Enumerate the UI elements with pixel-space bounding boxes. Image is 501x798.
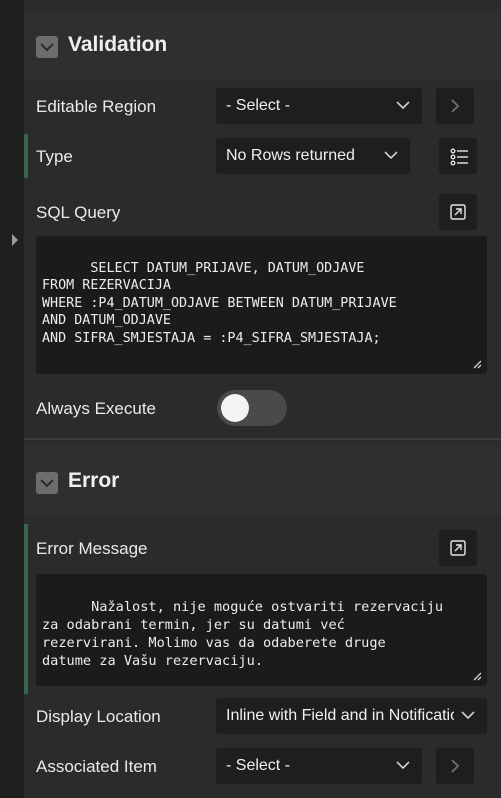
chevron-down-icon (396, 101, 410, 110)
type-row: Type No Rows returned (24, 134, 501, 178)
error-message-textarea[interactable]: Nažalost, nije moguće ostvariti rezervac… (36, 574, 487, 686)
go-to-region-button[interactable] (436, 88, 474, 124)
editable-region-select[interactable]: - Select - (216, 88, 422, 124)
validation-section: Validation Editable Region - Select - Ty… (24, 10, 501, 438)
sql-query-row: SQL Query (24, 194, 501, 230)
resize-grip-icon[interactable] (472, 671, 482, 681)
resize-grip-icon[interactable] (472, 359, 482, 369)
select-value: No Rows returned (226, 147, 355, 164)
go-to-item-button[interactable] (436, 748, 474, 784)
sql-query-editor[interactable]: SELECT DATUM_PRIJAVE, DATUM_ODJAVE FROM … (36, 236, 487, 374)
editable-region-row: Editable Region - Select - (24, 88, 501, 124)
chevron-down-icon[interactable] (36, 472, 58, 494)
display-location-select[interactable]: Inline with Field and in Notification (216, 698, 487, 734)
sql-query-label: SQL Query (36, 203, 121, 222)
associated-item-select[interactable]: - Select - (216, 748, 422, 784)
toggle-knob (221, 394, 249, 422)
always-execute-toggle[interactable] (217, 390, 287, 426)
error-message-text: Nažalost, nije moguće ostvariti rezervac… (42, 599, 444, 669)
required-indicator (24, 134, 28, 178)
chevron-down-icon (384, 151, 398, 160)
left-edge (0, 0, 24, 798)
chevron-down-icon (461, 711, 475, 720)
chevron-right-icon (451, 759, 460, 773)
section-title: Validation (68, 33, 168, 56)
associated-item-label: Associated Item (36, 757, 157, 776)
type-label: Type (36, 147, 73, 166)
error-message-label: Error Message (36, 539, 148, 558)
expand-icon (450, 540, 466, 556)
expand-icon (450, 204, 466, 220)
always-execute-label: Always Execute (36, 399, 156, 418)
validation-header[interactable]: Validation (24, 10, 501, 80)
select-value: - Select - (226, 97, 291, 114)
select-value: Inline with Field and in Notification (226, 707, 454, 724)
sql-query-text: SELECT DATUM_PRIJAVE, DATUM_ODJAVE FROM … (42, 260, 397, 346)
property-editor: Validation Editable Region - Select - Ty… (0, 0, 501, 798)
select-value: - Select - (226, 757, 291, 774)
expand-code-editor-button[interactable] (439, 194, 477, 230)
always-execute-row: Always Execute (24, 390, 501, 426)
associated-item-row: Associated Item - Select - (24, 748, 501, 784)
display-location-row: Display Location Inline with Field and i… (24, 698, 501, 734)
chevron-down-icon (396, 761, 410, 770)
section-title: Error (68, 469, 120, 492)
list-icon (450, 148, 468, 166)
display-location-label: Display Location (36, 707, 161, 726)
type-select[interactable]: No Rows returned (216, 138, 410, 174)
expand-error-message-button[interactable] (439, 530, 477, 566)
chevron-down-icon[interactable] (36, 36, 58, 58)
list-of-values-button[interactable] (439, 138, 477, 174)
chevron-right-icon (451, 99, 460, 113)
error-section: Error Error Message Nažalost, nije moguć… (24, 446, 501, 798)
collapse-caret-icon[interactable] (12, 234, 18, 246)
error-message-row: Error Message (24, 530, 501, 566)
editable-region-label: Editable Region (36, 97, 157, 116)
error-header[interactable]: Error (24, 446, 501, 516)
section-divider (24, 438, 501, 440)
